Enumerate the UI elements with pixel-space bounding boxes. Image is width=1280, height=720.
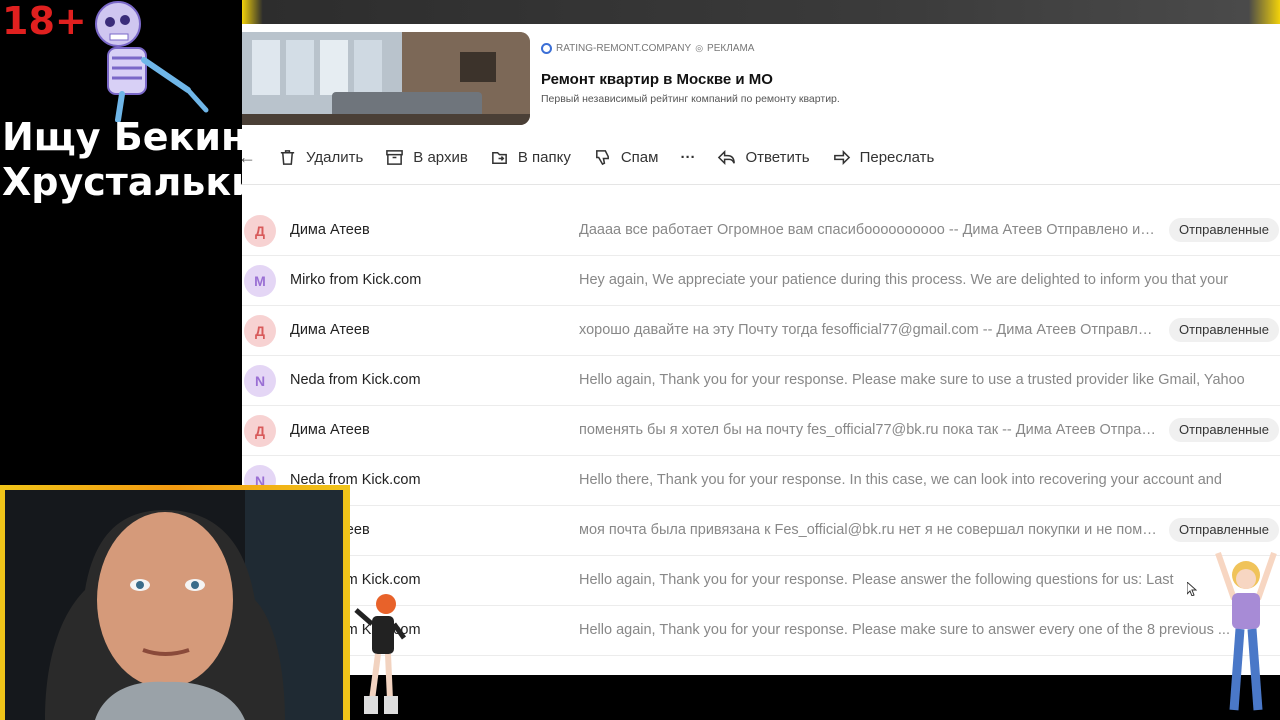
arrow-left-icon[interactable]: ← (242, 147, 256, 168)
ad-label: РЕКЛАМА (707, 43, 755, 54)
delete-button[interactable]: Удалить (278, 148, 363, 167)
sender-avatar: Д (244, 415, 276, 447)
sender-avatar: N (244, 365, 276, 397)
ad-image[interactable] (242, 32, 530, 125)
trash-icon (280, 149, 295, 165)
archive-icon (386, 149, 404, 165)
mouse-cursor-icon (1187, 582, 1197, 596)
skeleton-sticker-icon (95, 1, 209, 122)
cheering-girl-sticker-icon (1215, 552, 1277, 711)
stream-overlay-panel: 18+ Ищу Бекинг Хрустальки (0, 0, 267, 487)
overlay-caption-line1: Ищу Бекинг (2, 115, 268, 159)
window-top-strip (242, 0, 1280, 24)
reply-icon (718, 149, 736, 165)
mail-toolbar: ← Удалить В архив В папку Спам ··· Ответ… (242, 134, 1280, 180)
age-rating-badge: 18+ (2, 0, 87, 43)
sender-avatar: Д (244, 215, 276, 247)
webcam-frame (0, 485, 350, 720)
sender-avatar: Д (244, 315, 276, 347)
sender-avatar: M (244, 265, 276, 297)
mail-row[interactable]: Д Дима Атеев Даааа все работает Огромное в… (242, 206, 1280, 256)
forward-button[interactable]: Переслать (832, 148, 935, 167)
mail-list: Д Дима Атеев Даааа все работает Огромное в… (242, 206, 1280, 656)
mail-snippet: Hey again, We appreciate your patience d… (579, 272, 1229, 288)
mail-window: RATING-REMONT.COMPANY ◎ РЕКЛАМА Ремонт к… (242, 0, 1280, 675)
mail-snippet: поменять бы я хотел бы на почту fes_offi… (579, 422, 1157, 438)
mail-snippet: моя почта была привязана к Fes_official@… (579, 522, 1157, 538)
dancing-girl-sticker-icon (354, 594, 407, 714)
folder-badge[interactable]: Отправленные (1169, 418, 1279, 442)
folder-badge[interactable]: Отправленные (1169, 518, 1279, 542)
mail-snippet: Даааа все работает Огромное вам спасибоо… (579, 222, 1157, 238)
webcam-video (5, 490, 343, 720)
sender-name: Mirko from Kick.com (290, 272, 422, 288)
ad-subtitle: Первый независимый рейтинг компаний по р… (541, 93, 840, 105)
overlay-caption-line2: Хрустальки (2, 160, 258, 204)
reply-button[interactable]: Ответить (717, 148, 810, 167)
ad-site[interactable]: RATING-REMONT.COMPANY (556, 43, 691, 54)
archive-button[interactable]: В архив (385, 148, 468, 167)
ad-site-icon (541, 43, 552, 54)
mail-snippet: Hello again, Thank you for your response… (579, 622, 1230, 638)
toolbar-divider (242, 184, 1280, 185)
reply-label: Ответить (745, 148, 810, 166)
sender-name: Neda from Kick.com (290, 372, 421, 388)
folder-badge[interactable]: Отправленные (1169, 318, 1279, 342)
archive-label: В архив (413, 148, 468, 166)
mail-row[interactable]: N Neda from Kick.com Hello again, Thank yo… (242, 356, 1280, 406)
mail-row[interactable]: Д Дима Атеев поменять бы я хотел бы на поч… (242, 406, 1280, 456)
ad-title[interactable]: Ремонт квартир в Москве и МО (541, 71, 773, 88)
sender-name: Дима Атеев (290, 422, 370, 438)
spam-label: Спам (620, 148, 659, 166)
sender-name: Дима Атеев (290, 322, 370, 338)
folder-label: В папку (517, 148, 571, 166)
delete-label: Удалить (306, 148, 364, 166)
more-dots-icon: ··· (680, 148, 696, 166)
forward-icon (833, 149, 850, 165)
spam-button[interactable]: Спам (593, 148, 659, 167)
mail-snippet: хорошо давайте на эту Почту тогда fesoff… (579, 322, 1157, 338)
ad-dot-icon: ◎ (695, 43, 704, 53)
ad-banner[interactable]: RATING-REMONT.COMPANY ◎ РЕКЛАМА Ремонт к… (242, 32, 1280, 126)
folder-badge[interactable]: Отправленные (1169, 218, 1279, 242)
mail-row[interactable]: Д Дима Атеев хорошо давайте на эту Почту т… (242, 306, 1280, 356)
mail-snippet: Hello there, Thank you for your response… (579, 472, 1222, 488)
forward-label: Переслать (859, 148, 935, 166)
mail-snippet: Hello again, Thank you for your response… (579, 572, 1174, 588)
folder-move-icon (491, 151, 507, 164)
mail-row[interactable]: N Neda from Kick.com Hello there, Thank yo… (242, 456, 1280, 506)
thumbs-down-icon (595, 149, 609, 165)
ad-meta: RATING-REMONT.COMPANY ◎ РЕКЛАМА (541, 43, 754, 54)
mail-snippet: Hello again, Thank you for your response… (579, 372, 1245, 388)
mail-row[interactable]: M Mirko from Kick.com Hey again, We apprec… (242, 256, 1280, 306)
sender-name: Дима Атеев (290, 222, 370, 238)
more-button[interactable]: ··· (680, 149, 695, 166)
mail-row[interactable]: ДДима Атеевмоя почта была привязана к Fe… (242, 506, 1280, 556)
move-to-folder-button[interactable]: В папку (490, 148, 571, 167)
